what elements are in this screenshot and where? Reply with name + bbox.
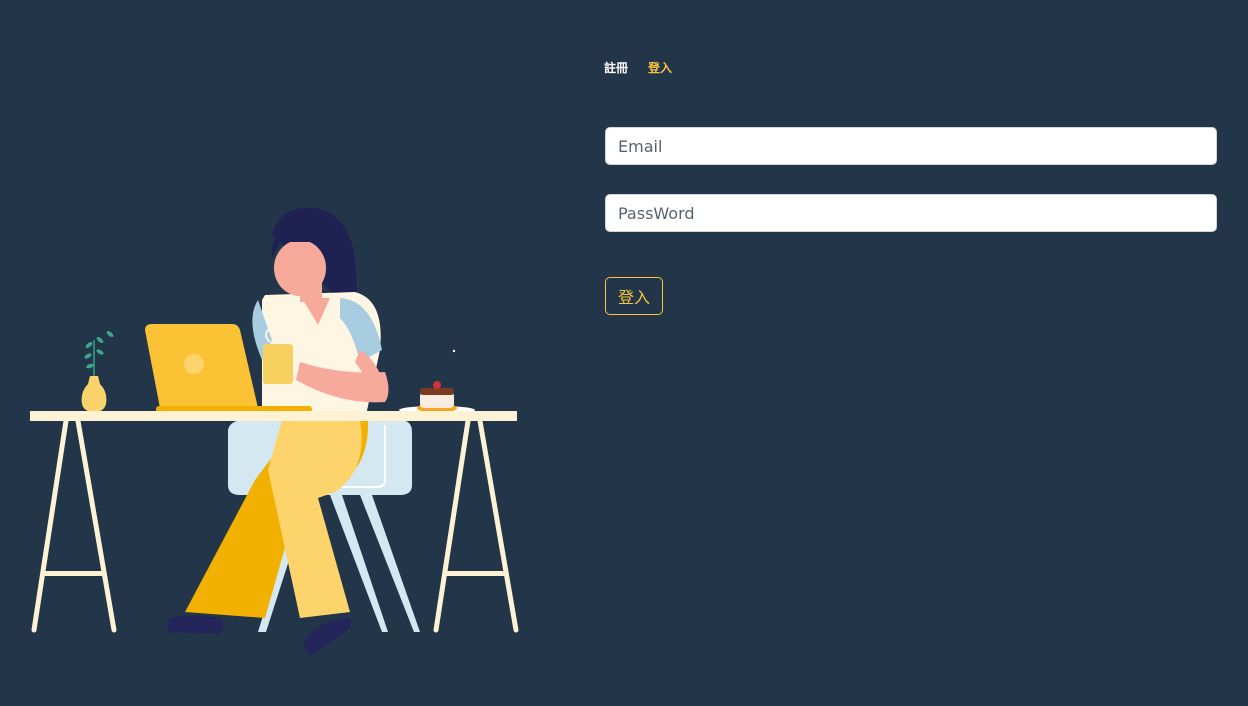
login-button[interactable]: 登入 — [605, 277, 663, 315]
auth-tabs: 註冊 登入 — [604, 60, 672, 76]
cake-plate-icon — [399, 349, 475, 414]
login-page: 註冊 登入 登入 — [0, 0, 1248, 706]
password-field[interactable] — [605, 194, 1217, 232]
tab-login[interactable]: 登入 — [648, 60, 672, 76]
woman-working-at-laptop-illustration — [30, 207, 519, 655]
email-field[interactable] — [605, 127, 1217, 165]
tab-register[interactable]: 註冊 — [604, 60, 628, 76]
plant-vase-icon — [81, 331, 114, 412]
